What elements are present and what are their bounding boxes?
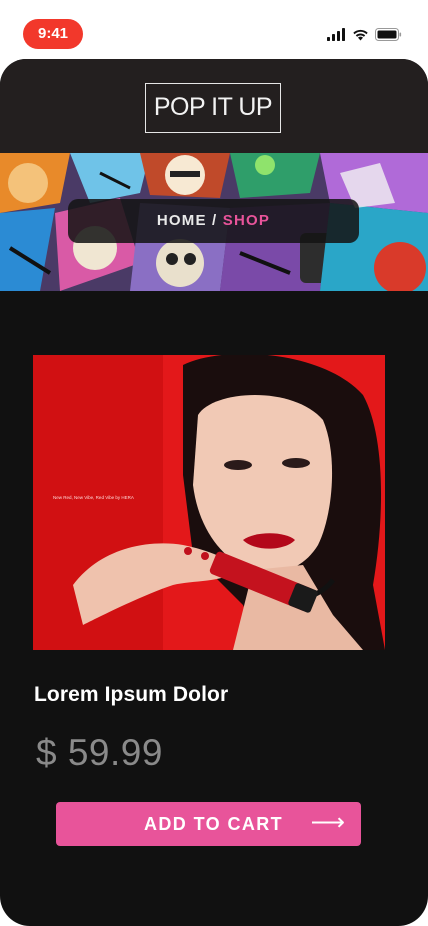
- status-icons: [327, 25, 402, 43]
- status-bar: 9:41: [0, 0, 428, 66]
- cellular-signal-icon: [327, 27, 346, 41]
- app-screen: POP IT UP HOME / SHOP New Red, New Vibe,…: [0, 59, 428, 926]
- hero-banner: HOME / SHOP: [0, 153, 428, 291]
- brand-logo[interactable]: POP IT UP: [145, 83, 281, 133]
- image-caption: New Red, New Vibe, Red Vibe by HERA: [53, 495, 134, 500]
- product-photo: [33, 355, 385, 650]
- breadcrumb-separator: /: [206, 212, 223, 229]
- arrow-right-icon: ⟶: [310, 809, 345, 836]
- product-image[interactable]: New Red, New Vibe, Red Vibe by HERA: [33, 355, 385, 650]
- wifi-icon: [352, 28, 369, 41]
- add-to-cart-button[interactable]: ADD TO CART ⟶: [56, 802, 361, 846]
- product-name: Lorem Ipsum Dolor: [34, 683, 229, 706]
- product-price: $ 59.99: [36, 732, 163, 773]
- site-header: POP IT UP: [0, 59, 428, 153]
- breadcrumb-current: SHOP: [222, 212, 271, 229]
- breadcrumb: HOME / SHOP: [68, 199, 359, 243]
- status-time: 9:41: [23, 19, 83, 49]
- add-to-cart-label: ADD TO CART: [144, 814, 284, 834]
- breadcrumb-home-link[interactable]: HOME: [157, 212, 207, 229]
- battery-icon: [375, 27, 402, 41]
